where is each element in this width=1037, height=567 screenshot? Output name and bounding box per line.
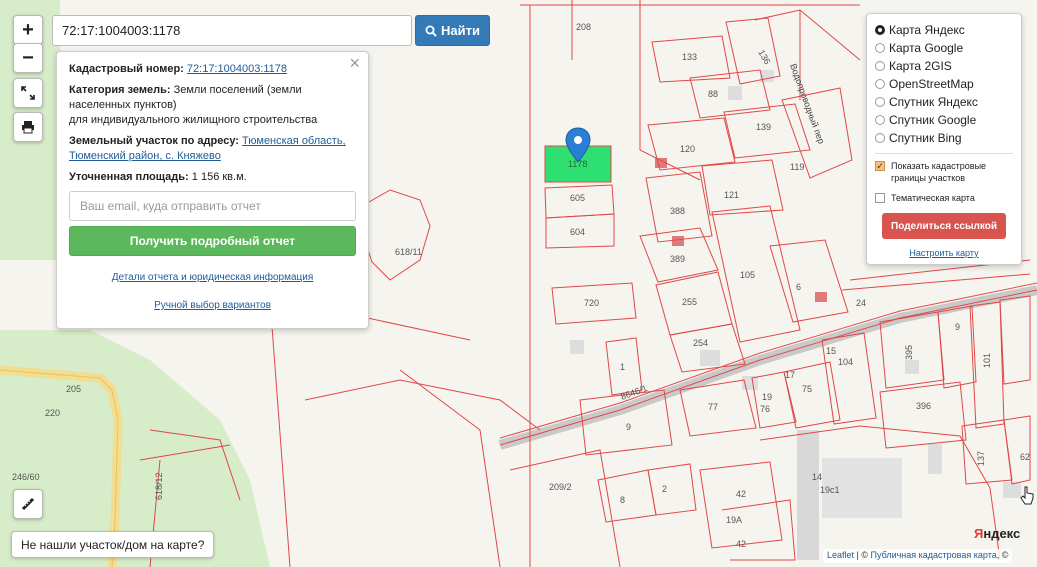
label-208: 208 xyxy=(576,22,591,32)
parcel-info-panel: × Кадастровый номер: 72:17:1004003:1178 … xyxy=(56,51,369,329)
report-details-link[interactable]: Детали отчета и юридическая информация xyxy=(69,270,356,285)
show-cadastral-borders-checkbox[interactable]: ✓ Показать кадастровые границы участков xyxy=(875,160,1013,184)
layer-option-yandex-map[interactable]: Карта Яндекс xyxy=(875,21,1013,39)
search-button[interactable]: Найти xyxy=(415,15,490,46)
fullscreen-button[interactable] xyxy=(13,78,43,108)
radio-icon xyxy=(875,115,885,125)
layer-option-bing-satellite[interactable]: Спутник Bing xyxy=(875,129,1013,147)
label-105: 105 xyxy=(740,270,755,280)
label-19a: 19А xyxy=(726,515,742,525)
label-19: 19 xyxy=(762,392,772,402)
pkk-link[interactable]: Публичная кадастровая карта xyxy=(871,550,997,560)
thematic-map-checkbox[interactable]: Тематическая карта xyxy=(875,192,1013,204)
radio-icon xyxy=(875,133,885,143)
label-75: 75 xyxy=(802,384,812,394)
email-field[interactable] xyxy=(69,191,356,221)
label-119: 119 xyxy=(790,162,804,172)
label-24: 24 xyxy=(856,298,866,308)
ruler-icon xyxy=(21,497,35,511)
ruler-button[interactable] xyxy=(13,489,43,519)
map-attribution: Leaflet | © Публичная кадастровая карта,… xyxy=(823,549,1013,563)
label-120: 120 xyxy=(680,144,695,154)
cadastral-search-input[interactable] xyxy=(52,15,412,46)
label-220: 220 xyxy=(45,408,60,418)
area-value: 1 156 кв.м. xyxy=(191,171,247,183)
label-42: 42 xyxy=(736,489,746,499)
not-found-button[interactable]: Не нашли участок/дом на карте? xyxy=(11,531,215,558)
label-76: 76 xyxy=(760,404,770,414)
label-720: 720 xyxy=(584,298,599,308)
label-205: 205 xyxy=(66,384,81,394)
label-101: 101 xyxy=(982,353,992,368)
configure-map-link[interactable]: Настроить карту xyxy=(875,248,1013,258)
label-255: 255 xyxy=(682,297,697,307)
address-row: Земельный участок по адресу: Тюменская о… xyxy=(69,135,346,162)
label-77: 77 xyxy=(708,402,718,412)
map-layers-panel: Карта Яндекс Карта Google Карта 2GIS Ope… xyxy=(866,13,1022,265)
label-618-12: 618/12 xyxy=(154,472,164,500)
label-137: 137 xyxy=(976,451,986,466)
label-1178: 1178 xyxy=(568,159,587,169)
label-388: 388 xyxy=(670,206,685,216)
label-618-11: 618/11 xyxy=(395,247,422,257)
zoom-out-button[interactable]: − xyxy=(13,43,43,73)
label-42b: 42 xyxy=(736,539,746,549)
layer-option-2gis-map[interactable]: Карта 2GIS xyxy=(875,57,1013,75)
layer-option-yandex-satellite[interactable]: Спутник Яндекс xyxy=(875,93,1013,111)
label-19c1: 19с1 xyxy=(820,485,840,495)
label-395: 395 xyxy=(904,345,914,360)
layer-option-google-map[interactable]: Карта Google xyxy=(875,39,1013,57)
radio-icon xyxy=(875,61,885,71)
label-246-60: 246/60 xyxy=(12,472,40,482)
label-209-2: 209/2 xyxy=(549,482,572,492)
manual-selection-link[interactable]: Ручной выбор вариантов xyxy=(69,298,356,313)
mouse-cursor-icon xyxy=(1020,486,1034,505)
print-button[interactable] xyxy=(13,112,43,142)
checkmark-icon: ✓ xyxy=(875,161,885,171)
radio-icon xyxy=(875,43,885,53)
label-254: 254 xyxy=(693,338,708,348)
land-category-row: Категория земель: Земли поселений (земли… xyxy=(69,84,318,126)
label-1: 1 xyxy=(620,362,625,372)
radio-icon xyxy=(875,79,885,89)
label-14: 14 xyxy=(812,472,822,482)
label-8: 8 xyxy=(620,495,625,505)
label-139: 139 xyxy=(756,122,771,132)
label-104: 104 xyxy=(838,357,853,367)
zoom-in-button[interactable]: + xyxy=(13,15,43,45)
label-389: 389 xyxy=(670,254,685,264)
label-6: 6 xyxy=(796,282,801,292)
search-icon xyxy=(425,25,437,37)
leaflet-link[interactable]: Leaflet xyxy=(827,550,854,560)
label-396: 396 xyxy=(916,401,931,411)
label-604: 604 xyxy=(570,227,585,237)
label-605: 605 xyxy=(570,193,585,203)
layer-option-google-satellite[interactable]: Спутник Google xyxy=(875,111,1013,129)
get-report-button[interactable]: Получить подробный отчет xyxy=(69,226,356,256)
label-17: 17 xyxy=(785,370,795,380)
search-button-label: Найти xyxy=(441,23,480,38)
share-link-button[interactable]: Поделиться ссылкой xyxy=(882,213,1006,239)
layer-options: Карта Яндекс Карта Google Карта 2GIS Ope… xyxy=(875,21,1013,147)
yandex-logo: Яндекс xyxy=(974,526,1021,541)
close-icon[interactable]: × xyxy=(349,54,360,72)
label-9: 9 xyxy=(955,322,960,332)
label-133: 133 xyxy=(682,52,697,62)
cadastral-number-row: Кадастровый номер: 72:17:1004003:1178 xyxy=(69,63,288,75)
label-121: 121 xyxy=(724,190,739,200)
cadastral-number-link[interactable]: 72:17:1004003:1178 xyxy=(187,63,287,75)
label-88: 88 xyxy=(708,89,718,99)
printer-icon xyxy=(22,121,34,134)
layer-option-osm[interactable]: OpenStreetMap xyxy=(875,75,1013,93)
label-62: 62 xyxy=(1020,452,1030,462)
checkbox-icon xyxy=(875,193,885,203)
land-use-value: для индивидуального жилищного строительс… xyxy=(69,114,318,126)
radio-icon xyxy=(875,97,885,107)
radio-icon xyxy=(875,25,885,35)
area-row: Уточненная площадь: 1 156 кв.м. xyxy=(69,171,247,183)
label-9b: 9 xyxy=(626,422,631,432)
label-15: 15 xyxy=(826,346,836,356)
label-2: 2 xyxy=(662,484,667,494)
expand-icon xyxy=(21,86,35,100)
